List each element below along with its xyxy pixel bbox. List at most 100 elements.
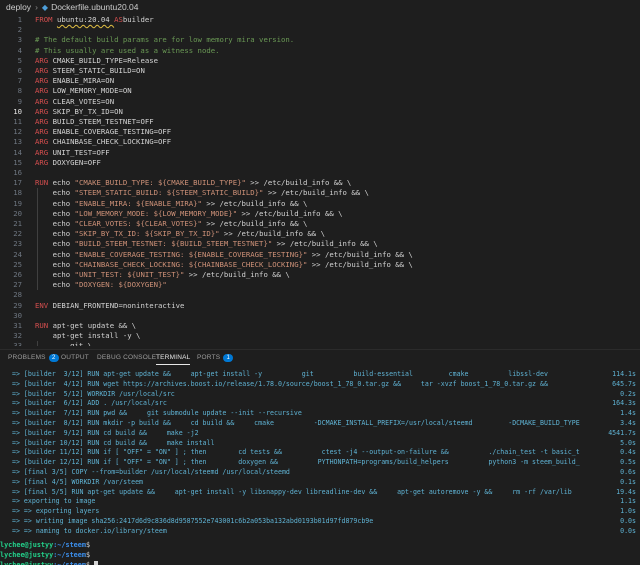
tab-problems[interactable]: PROBLEMS 2 (8, 354, 59, 362)
code-line[interactable]: 18 echo "STEEM_STATIC_BUILD: ${STEEM_STA… (0, 188, 640, 198)
code-token: SKIP_BY_TX_ID=ON (52, 106, 123, 116)
panel-tab-bar: PROBLEMS 2 OUTPUT DEBUG CONSOLE TERMINAL PORT… (0, 349, 640, 366)
code-line[interactable]: 32 apt-get install -y \ (0, 331, 640, 341)
shell-prompt[interactable]: lychee@justyy:~/steem$ (0, 540, 94, 550)
code-line[interactable]: 23 echo "BUILD_STEEM_TESTNET: ${BUILD_ST… (0, 239, 640, 249)
code-line[interactable]: 30 (0, 311, 640, 321)
code-line[interactable]: 12 ARG ENABLE_COVERAGE_TESTING=OFF (0, 127, 640, 137)
code-line[interactable]: 22 echo "SKIP_BY_TX_ID: ${SKIP_BY_TX_ID}… (0, 229, 640, 239)
code-line[interactable]: 33 git \ (0, 341, 640, 346)
step-duration: 0.0s (620, 526, 636, 535)
code-token: ENABLE_COVERAGE_TESTING=OFF (52, 127, 172, 137)
code-line[interactable]: 3 # The default build params are for low … (0, 35, 640, 45)
terminal-line: => [final 5/5] RUN apt-get update && apt… (0, 488, 640, 498)
code-line[interactable]: 16 (0, 168, 640, 178)
step-duration: 0.6s (620, 468, 636, 476)
tab-terminal[interactable]: TERMINAL (156, 354, 191, 365)
code-line[interactable]: 26 echo "UNIT_TEST: ${UNIT_TEST}" >> /et… (0, 270, 640, 280)
terminal-text: => [final 4/5] WORKDIR /var/steem (12, 477, 144, 486)
code-line[interactable]: 25 echo "CHAINBASE_CHECK_LOCKING: ${CHAI… (0, 260, 640, 270)
code-token: apt-get install -y \ (35, 331, 141, 341)
string-literal: "CMAKE_BUILD_TYPE: ${CMAKE_BUILD_TYPE}" (74, 178, 246, 188)
string-literal: "BUILD_STEEM_TESTNET: ${BUILD_STEEM_TEST… (74, 239, 273, 249)
tab-ports[interactable]: PORTS 1 (197, 354, 234, 362)
code-line[interactable]: 31 RUN apt-get update && \ (0, 321, 640, 331)
terminal-line: => exporting to image 1.1s (0, 497, 640, 507)
step-duration: 0.4s (620, 448, 636, 457)
code-line[interactable]: 28 (0, 290, 640, 300)
line-number: 33 (13, 341, 22, 346)
line-number: 9 (17, 96, 22, 106)
code-line[interactable]: 13 ARG CHAINBASE_CHECK_LOCKING=OFF (0, 137, 640, 147)
code-line[interactable]: 1 FROM ubuntu:20.04 ASbuilder (0, 15, 640, 25)
line-number: 31 (13, 321, 22, 330)
code-line[interactable]: 15 ARG DOXYGEN=OFF (0, 158, 640, 168)
code-token: CHAINBASE_CHECK_LOCKING=OFF (52, 137, 172, 147)
terminal[interactable]: => [builder 3/12] RUN apt-get update && … (0, 368, 640, 565)
comment: # This usually are used as a witness nod… (35, 45, 220, 55)
terminal-text: => [builder 3/12] RUN apt-get update && … (12, 370, 548, 378)
code-line[interactable]: 2 (0, 25, 640, 35)
tab-label: DEBUG CONSOLE (97, 354, 157, 361)
code-line[interactable]: 29 ENV DEBIAN_FRONTEND=noninteractive (0, 301, 640, 311)
prompt-user: lychee@justyy (0, 550, 54, 559)
keyword: RUN (35, 178, 49, 188)
code-text: ENV DEBIAN_FRONTEND=noninteractive (35, 301, 184, 311)
code-line[interactable]: 10 ARG SKIP_BY_TX_ID=ON (0, 107, 640, 117)
code-token: STEEM_STATIC_BUILD=ON (52, 66, 145, 75)
terminal-text: => => naming to docker.io/library/steem (12, 526, 167, 535)
code-text: ARG BUILD_STEEM_TESTNET=OFF (35, 117, 154, 127)
code-token: BUILD_STEEM_TESTNET=OFF (52, 117, 154, 126)
code-token: CLEAR_VOTES=ON (52, 96, 115, 106)
line-number: 20 (13, 208, 22, 218)
line-number: 26 (13, 270, 22, 279)
code-line[interactable]: 9 ARG CLEAR_VOTES=ON (0, 97, 640, 107)
step-duration: 0.2s (620, 389, 636, 398)
line-number: 12 (13, 127, 22, 137)
terminal-text: => [builder 5/12] WORKDIR /usr/local/src (12, 389, 175, 398)
terminal-text: => [builder 10/12] RUN cd build && make … (12, 438, 215, 447)
terminal-text: => [builder 12/12] RUN if [ "OFF" = "ON"… (12, 458, 580, 467)
code-token: echo (35, 259, 75, 269)
code-line[interactable]: 24 echo "ENABLE_COVERAGE_TESTING: ${ENAB… (0, 250, 640, 260)
code-line[interactable]: 5 ARG CMAKE_BUILD_TYPE=Release (0, 56, 640, 66)
code-line[interactable]: 21 echo "CLEAR_VOTES: ${CLEAR_VOTES}" >>… (0, 219, 640, 229)
code-text: echo "ENABLE_COVERAGE_TESTING: ${ENABLE_… (35, 250, 413, 260)
line-number: 15 (13, 157, 22, 167)
code-text: echo "DOXYGEN: ${DOXYGEN}" (35, 280, 167, 290)
code-text: echo "STEEM_STATIC_BUILD: ${STEEM_STATIC… (35, 188, 369, 198)
terminal-cursor (94, 561, 99, 565)
code-line[interactable]: 14 ARG UNIT_TEST=OFF (0, 148, 640, 158)
code-line[interactable]: 27 echo "DOXYGEN: ${DOXYGEN}" (0, 280, 640, 290)
code-token: echo (48, 178, 75, 188)
code-line[interactable]: 20 echo "LOW_MEMORY_MODE: ${LOW_MEMORY_M… (0, 209, 640, 219)
tab-output[interactable]: OUTPUT (61, 354, 89, 361)
code-editor[interactable]: 1 FROM ubuntu:20.04 ASbuilder 2 3 # The defa… (0, 10, 640, 346)
shell-prompt[interactable]: lychee@justyy:~/steem$ (0, 560, 99, 565)
shell-prompt[interactable]: lychee@justyy:~/steem$ (0, 550, 94, 560)
terminal-text: => exporting to image (12, 497, 96, 506)
tab-debug-console[interactable]: DEBUG CONSOLE (97, 354, 156, 361)
code-line[interactable]: 7 ARG ENABLE_MIRA=ON (0, 76, 640, 86)
code-line[interactable]: 19 echo "ENABLE_MIRA: ${ENABLE_MIRA}" >>… (0, 199, 640, 209)
step-duration: 3.4s (620, 419, 636, 427)
code-line[interactable]: 6 ARG STEEM_STATIC_BUILD=ON (0, 66, 640, 76)
step-duration: 645.7s (612, 379, 636, 388)
code-text: ARG LOW_MEMORY_MODE=ON (35, 86, 132, 96)
terminal-text: => [builder 9/12] RUN cd build && make -… (12, 428, 199, 437)
code-line[interactable]: 4 # This usually are used as a witness no… (0, 46, 640, 56)
line-number: 23 (13, 239, 22, 249)
terminal-text: => [final 3/5] COPY --from=builder /usr/… (12, 468, 290, 476)
code-line[interactable]: 8 ARG LOW_MEMORY_MODE=ON (0, 86, 640, 96)
code-text: ARG SKIP_BY_TX_ID=ON (35, 107, 123, 117)
terminal-text: => => exporting layers (12, 507, 100, 516)
line-number: 32 (13, 331, 22, 341)
code-token: echo (35, 239, 75, 249)
code-line[interactable]: 17 RUN echo "CMAKE_BUILD_TYPE: ${CMAKE_BU… (0, 178, 640, 188)
code-line[interactable]: 11 ARG BUILD_STEEM_TESTNET=OFF (0, 117, 640, 127)
code-token: echo (35, 249, 75, 259)
code-text: FROM ubuntu:20.04 ASbuilder (35, 15, 154, 25)
tab-label: PROBLEMS (8, 354, 46, 361)
code-text: echo "CHAINBASE_CHECK_LOCKING: ${CHAINBA… (35, 260, 413, 270)
terminal-line: => [final 3/5] COPY --from=builder /usr/… (0, 468, 640, 478)
